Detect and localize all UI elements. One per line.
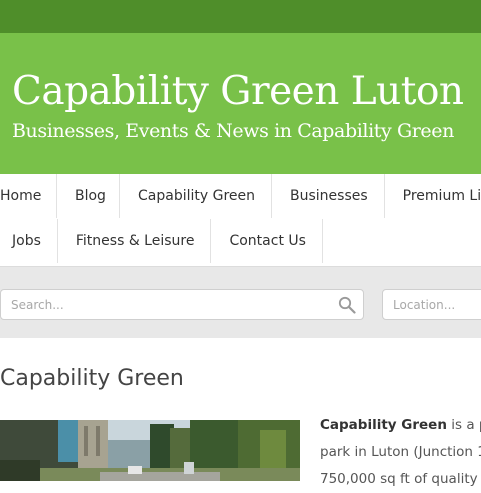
- nav-item-jobs[interactable]: Jobs: [0, 219, 58, 263]
- top-bar: [0, 0, 481, 33]
- search-box: [0, 289, 364, 320]
- search-icon[interactable]: [338, 296, 356, 314]
- intro-line-1: Capability Green is a pr: [320, 412, 481, 439]
- capability-green-photo: [0, 420, 300, 481]
- intro-bold: Capability Green: [320, 417, 447, 433]
- location-input[interactable]: [393, 290, 481, 319]
- intro-line-1-rest: is a pr: [451, 417, 481, 433]
- search-band: [0, 267, 481, 338]
- nav-row-1: Home Blog Capability Green Businesses Pr…: [0, 174, 481, 218]
- intro-line-2: park in Luton (Junction 10: [320, 444, 481, 460]
- nav-item-home[interactable]: Home: [0, 174, 57, 218]
- search-input[interactable]: [11, 290, 311, 319]
- nav-item-businesses[interactable]: Businesses: [272, 174, 385, 218]
- location-box: [382, 289, 481, 320]
- site-title[interactable]: Capability Green Luton: [12, 72, 464, 111]
- page-title: Capability Green: [0, 366, 184, 391]
- site-tagline: Businesses, Events & News in Capability …: [12, 120, 454, 142]
- nav-item-capability-green[interactable]: Capability Green: [120, 174, 272, 218]
- nav-item-contact-us[interactable]: Contact Us: [211, 219, 323, 263]
- nav-item-blog[interactable]: Blog: [57, 174, 120, 218]
- nav-row-2: Jobs Fitness & Leisure Contact Us: [0, 219, 323, 263]
- main-nav: Home Blog Capability Green Businesses Pr…: [0, 174, 481, 267]
- nav-item-premium-listings[interactable]: Premium Listin: [385, 174, 481, 218]
- intro-line-3: 750,000 sq ft of quality se: [320, 471, 481, 487]
- nav-item-fitness-leisure[interactable]: Fitness & Leisure: [58, 219, 212, 263]
